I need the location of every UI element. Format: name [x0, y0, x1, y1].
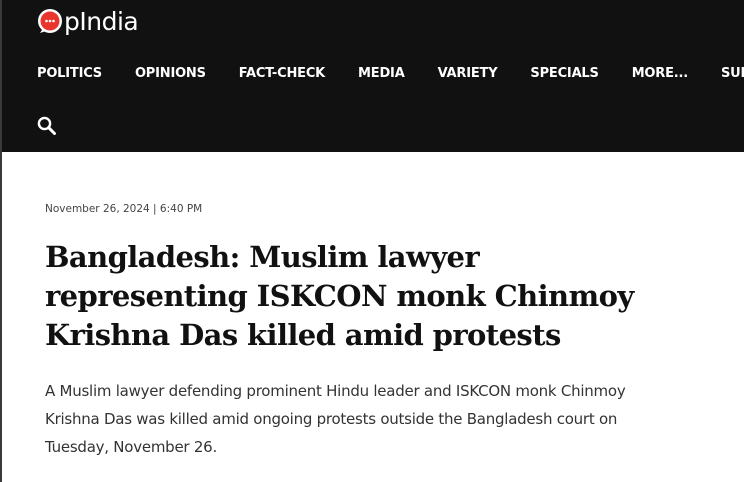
site-logo[interactable]: pIndia [37, 4, 139, 38]
page: pIndia POLITICS OPINIONS FACT-CHECK MEDI… [0, 0, 744, 482]
nav-item-variety[interactable]: VARIETY [438, 64, 498, 84]
article-headline: Bangladesh: Muslim lawyer representing I… [45, 240, 634, 352]
nav-item-media[interactable]: MEDIA [358, 64, 405, 84]
logo-text: pIndia [64, 6, 139, 36]
nav-item-more[interactable]: MORE... [632, 64, 688, 84]
article-date: November 26, 2024 | 6:40 PM [45, 203, 203, 215]
article-summary: A Muslim lawyer defending prominent Hind… [45, 382, 626, 456]
nav-item-support[interactable]: SUPPO [721, 64, 744, 84]
chat-bubble-o-icon [37, 8, 63, 34]
main-nav: POLITICS OPINIONS FACT-CHECK MEDIA VARIE… [37, 64, 744, 84]
nav-item-politics[interactable]: POLITICS [37, 64, 102, 84]
article: November 26, 2024 | 6:40 PM Bangladesh: … [45, 200, 665, 461]
search-icon[interactable] [36, 115, 58, 137]
site-header: pIndia POLITICS OPINIONS FACT-CHECK MEDI… [0, 0, 744, 152]
left-border [0, 0, 2, 482]
nav-item-fact-check[interactable]: FACT-CHECK [239, 64, 325, 84]
nav-item-specials[interactable]: SPECIALS [530, 64, 598, 84]
nav-item-opinions[interactable]: OPINIONS [135, 64, 206, 84]
